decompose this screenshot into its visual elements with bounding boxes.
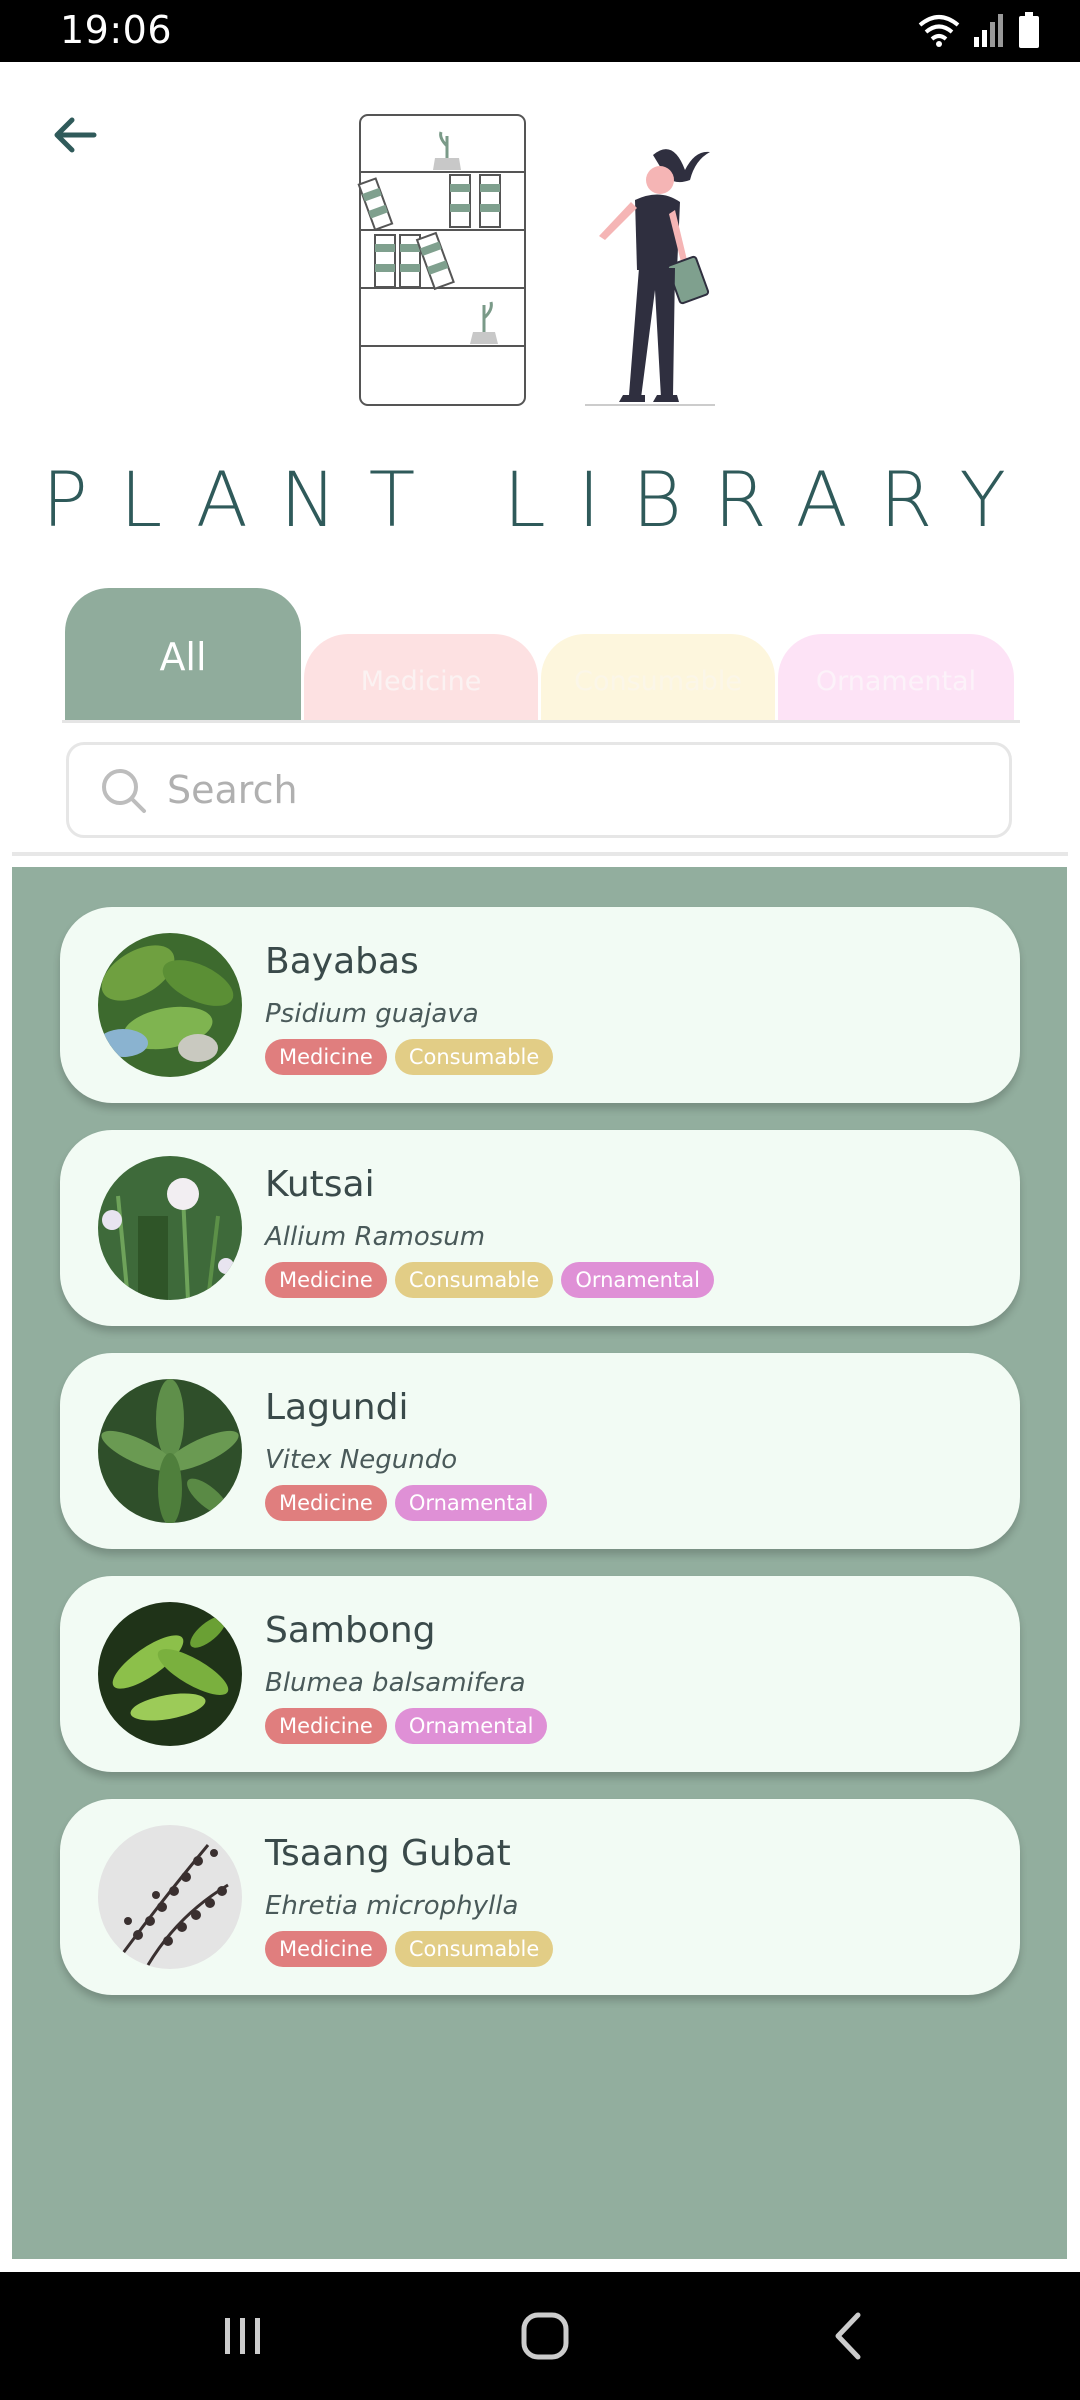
plant-card-lagundi[interactable]: Lagundi Vitex Negundo Medicine Ornamenta…: [60, 1353, 1020, 1549]
recent-apps-icon: [225, 2318, 260, 2354]
plant-card-tsaang-gubat[interactable]: Tsaang Gubat Ehretia microphylla Medicin…: [60, 1799, 1020, 1995]
plant-tags: Medicine Consumable: [265, 1931, 554, 1967]
home-icon: [521, 2312, 569, 2360]
plant-name: Sambong: [265, 1610, 436, 1651]
plant-tags: Medicine Consumable: [265, 1039, 554, 1075]
status-bar: 19:06: [0, 0, 1080, 62]
plant-thumbnail: [98, 1602, 242, 1746]
tag-ornamental: Ornamental: [394, 1485, 548, 1521]
search-box[interactable]: [66, 742, 1012, 838]
home-button[interactable]: [505, 2306, 585, 2366]
plant-card-kutsai[interactable]: Kutsai Allium Ramosum Medicine Consumabl…: [60, 1130, 1020, 1326]
tag-consumable: Consumable: [394, 1262, 554, 1298]
plant-thumbnail: [98, 1379, 242, 1523]
system-nav-bar: [0, 2272, 1080, 2400]
back-button[interactable]: [40, 100, 110, 170]
tag-medicine: Medicine: [265, 1262, 387, 1298]
plant-thumbnail: [98, 1825, 242, 1969]
search-icon: [102, 769, 146, 813]
plant-thumbnail: [98, 1156, 242, 1300]
plant-card-bayabas[interactable]: Bayabas Psidium guajava Medicine Consuma…: [60, 907, 1020, 1103]
tag-consumable: Consumable: [394, 1931, 554, 1967]
tag-medicine: Medicine: [265, 1931, 387, 1967]
tag-medicine: Medicine: [265, 1485, 387, 1521]
plant-scientific-name: Blumea balsamifera: [265, 1668, 526, 1698]
tab-ornamental[interactable]: Ornamental: [778, 634, 1014, 720]
plant-card-sambong[interactable]: Sambong Blumea balsamifera Medicine Orna…: [60, 1576, 1020, 1772]
status-time: 19:06: [60, 8, 173, 52]
back-arrow-icon: [54, 117, 97, 153]
wifi-icon: [918, 15, 960, 47]
tag-medicine: Medicine: [265, 1708, 387, 1744]
library-illustration: [357, 114, 715, 406]
plant-scientific-name: Vitex Negundo: [265, 1445, 458, 1475]
plant-tags: Medicine Consumable Ornamental: [265, 1262, 714, 1298]
plant-name: Tsaang Gubat: [265, 1833, 511, 1874]
plant-scientific-name: Allium Ramosum: [265, 1222, 486, 1252]
plant-name: Bayabas: [265, 941, 419, 982]
status-icons: [918, 10, 1040, 50]
back-icon: [835, 2312, 861, 2360]
tab-medicine[interactable]: Medicine: [304, 634, 538, 720]
signal-icon: [974, 14, 1003, 47]
plant-name: Kutsai: [265, 1164, 375, 1205]
back-nav-button[interactable]: [808, 2306, 888, 2366]
plant-list: Bayabas Psidium guajava Medicine Consuma…: [12, 867, 1067, 2259]
tab-consumable[interactable]: Consumable: [541, 634, 775, 720]
battery-icon: [1019, 12, 1039, 48]
tab-all[interactable]: All: [65, 588, 301, 720]
plant-tags: Medicine Ornamental: [265, 1708, 548, 1744]
plant-thumbnail: [98, 933, 242, 1077]
plant-scientific-name: Psidium guajava: [265, 999, 479, 1029]
search-divider: [12, 852, 1068, 856]
plant-scientific-name: Ehretia microphylla: [265, 1891, 519, 1921]
plant-tags: Medicine Ornamental: [265, 1485, 548, 1521]
tag-ornamental: Ornamental: [394, 1708, 548, 1744]
recent-apps-button[interactable]: [203, 2306, 283, 2366]
plant-name: Lagundi: [265, 1387, 409, 1428]
tag-ornamental: Ornamental: [561, 1262, 714, 1298]
tab-underline: [62, 720, 1020, 723]
category-tabs: All Medicine Consumable Ornamental: [60, 585, 1020, 720]
page-title: PLANT LIBRARY: [42, 455, 1038, 544]
search-input[interactable]: [165, 767, 969, 813]
tag-consumable: Consumable: [394, 1039, 554, 1075]
tag-medicine: Medicine: [265, 1039, 387, 1075]
